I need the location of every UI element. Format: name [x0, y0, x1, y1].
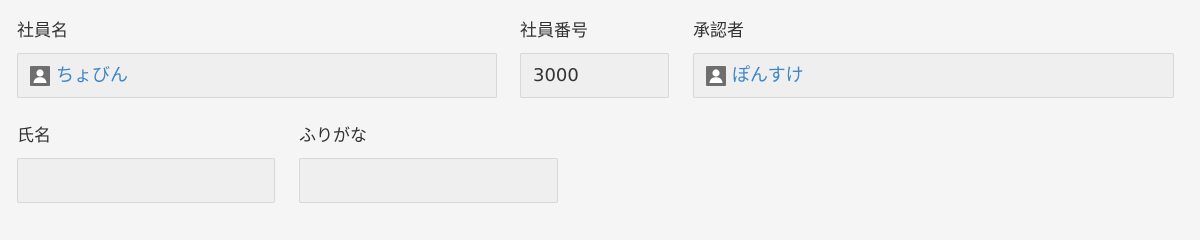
user-icon	[30, 66, 50, 86]
employee-number-value: 3000	[533, 65, 579, 86]
employee-name-link[interactable]: ちょびん	[56, 66, 128, 86]
full-name-label: 氏名	[17, 126, 51, 146]
approver-label: 承認者	[693, 21, 744, 41]
approver-field[interactable]: ぽんすけ	[693, 53, 1174, 98]
approver-link[interactable]: ぽんすけ	[732, 66, 804, 86]
employee-name-field[interactable]: ちょびん	[17, 53, 497, 98]
employee-number-label: 社員番号	[520, 21, 588, 41]
furigana-field[interactable]	[299, 158, 558, 203]
user-icon	[706, 66, 726, 86]
furigana-label: ふりがな	[299, 126, 367, 146]
employee-name-label: 社員名	[17, 21, 68, 41]
employee-number-field[interactable]: 3000	[520, 53, 669, 98]
full-name-field[interactable]	[17, 158, 275, 203]
